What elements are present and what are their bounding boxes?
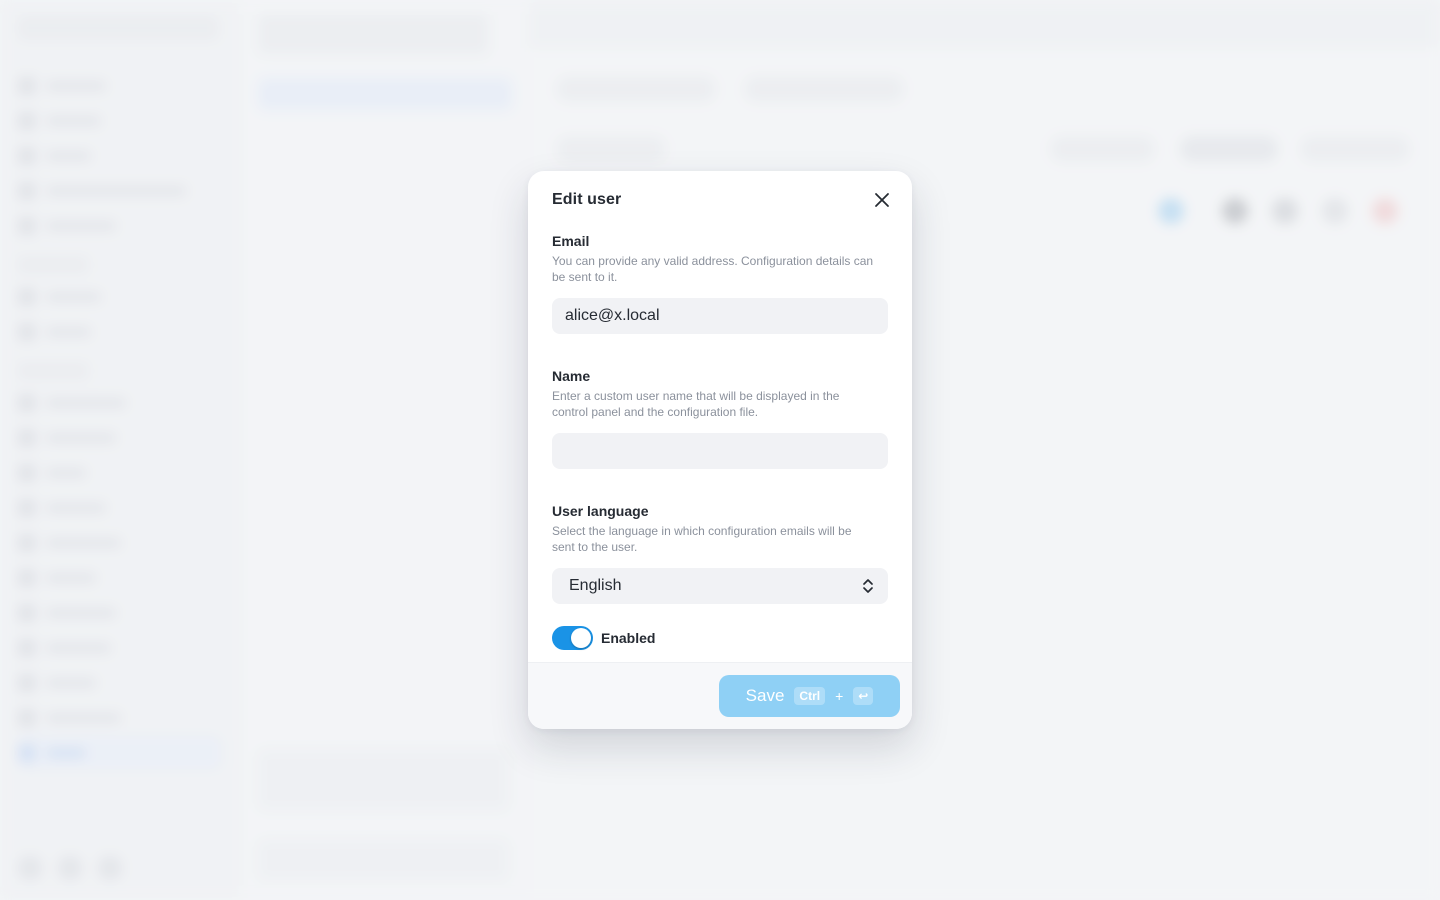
close-button[interactable] <box>870 188 894 212</box>
save-button[interactable]: Save Ctrl + ↩ <box>719 675 900 717</box>
shortcut-plus: + <box>835 688 844 704</box>
save-button-label: Save <box>745 686 785 705</box>
dialog-footer: Save Ctrl + ↩ <box>528 662 912 729</box>
name-input[interactable] <box>552 433 888 469</box>
dialog-title: Edit user <box>552 191 622 208</box>
name-group: Name Enter a custom user name that will … <box>552 368 888 469</box>
language-label: User language <box>552 503 649 519</box>
email-label: Email <box>552 233 590 249</box>
shortcut-ctrl-key: Ctrl <box>794 687 826 705</box>
email-help: You can provide any valid address. Confi… <box>552 254 874 284</box>
email-input[interactable] <box>552 298 888 334</box>
email-group: Email You can provide any valid address.… <box>552 233 888 334</box>
chevron-up-down-icon <box>863 579 873 593</box>
name-label: Name <box>552 368 591 384</box>
language-select-value: English <box>569 577 622 594</box>
toggle-knob <box>571 628 591 648</box>
close-icon <box>875 193 889 207</box>
dialog-body: Email You can provide any valid address.… <box>528 227 912 650</box>
edit-user-dialog: Edit user Email You can provide any vali… <box>528 171 912 729</box>
enabled-row: Enabled <box>552 626 888 650</box>
name-help: Enter a custom user name that will be di… <box>552 389 840 419</box>
enabled-toggle[interactable] <box>552 626 593 650</box>
enter-key-icon: ↩ <box>853 687 874 705</box>
dialog-header: Edit user <box>528 171 912 227</box>
language-help: Select the language in which configurati… <box>552 524 852 554</box>
language-select[interactable]: English <box>552 568 888 604</box>
enabled-label: Enabled <box>601 630 656 646</box>
language-group: User language Select the language in whi… <box>552 503 888 604</box>
